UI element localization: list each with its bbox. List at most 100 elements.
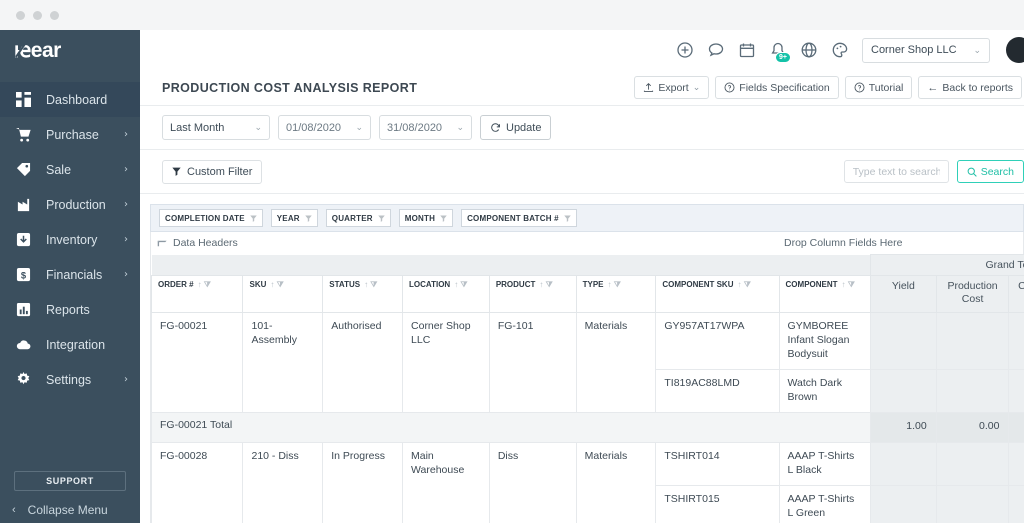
date-from-select[interactable]: 01/08/2020 ⌄ <box>278 115 371 140</box>
column-header-component-sku[interactable]: COMPONENT SKU ↑ ⧩ <box>655 274 780 314</box>
column-header-location[interactable]: LOCATION ↑ ⧩ <box>402 274 490 314</box>
filter-chip-month[interactable]: MONTH <box>398 209 454 227</box>
window-maximize-dot[interactable] <box>50 10 59 20</box>
funnel-icon[interactable] <box>250 214 257 222</box>
bell-icon[interactable]: 9+ <box>769 42 791 63</box>
search-controls: Search <box>843 160 1024 183</box>
measure-header-yield[interactable]: Yield <box>870 274 937 314</box>
cell-component-quantity: 1.00 <box>1008 485 1024 523</box>
sidebar-item-integration[interactable]: Integration <box>0 327 140 362</box>
sidebar-item-dashboard[interactable]: Dashboard <box>0 82 140 117</box>
cell-component: AAAP T-Shirts L Black <box>778 442 872 487</box>
filter-chip-year[interactable]: YEAR <box>270 209 318 227</box>
upload-icon <box>644 83 654 92</box>
chat-icon[interactable] <box>707 42 724 59</box>
search-input[interactable] <box>843 160 949 183</box>
brand-logo[interactable]: ꭡear <box>0 30 140 70</box>
sort-filter-icons[interactable]: ↑ ⧩ <box>270 280 283 289</box>
cell-component-sku: GY957AT17WPA <box>655 312 780 371</box>
column-header-type[interactable]: TYPE ↑ ⧩ <box>575 274 657 314</box>
update-button[interactable]: Update <box>480 115 552 140</box>
sort-filter-icons[interactable]: ↑ ⧩ <box>738 280 751 289</box>
filter-chip-quarter[interactable]: QUARTER <box>325 209 391 227</box>
sidebar-item-production[interactable]: Production › <box>0 187 140 222</box>
column-header-label: STATUS <box>329 280 361 289</box>
total-yield: 1.00 <box>870 412 937 444</box>
date-to-value: 31/08/2020 <box>387 121 443 134</box>
cell-component: GYMBOREE Infant Slogan Bodysuit <box>778 312 872 371</box>
globe-icon[interactable] <box>800 42 817 59</box>
sidebar-item-settings[interactable]: Settings › <box>0 362 140 397</box>
window-close-dot[interactable] <box>16 10 25 20</box>
window-titlebar <box>0 0 1024 30</box>
column-header-status[interactable]: STATUS ↑ ⧩ <box>322 274 404 314</box>
filter-chip-component-batch[interactable]: COMPONENT BATCH # <box>461 209 577 227</box>
fields-specification-button[interactable]: Fields Specification <box>715 76 839 99</box>
column-header-order[interactable]: ORDER # ↑ ⧩ <box>150 274 244 314</box>
tutorial-button[interactable]: Tutorial <box>844 76 913 99</box>
cell-component-sku: TSHIRT014 <box>655 442 780 487</box>
grid-icon <box>14 91 32 109</box>
calendar-icon[interactable] <box>738 42 755 59</box>
funnel-icon[interactable] <box>305 214 312 222</box>
collapse-menu-button[interactable]: ‹ Collapse Menu <box>0 497 140 523</box>
sidebar-item-label: Production <box>46 197 106 212</box>
cell-location: Corner Shop LLC <box>402 312 490 414</box>
sort-filter-icons[interactable]: ↑ ⧩ <box>539 280 552 289</box>
search-row: Custom Filter Search <box>140 150 1024 194</box>
sort-filter-icons[interactable]: ↑ ⧩ <box>608 280 621 289</box>
palette-icon[interactable] <box>831 42 848 59</box>
sidebar-item-reports[interactable]: Reports <box>0 292 140 327</box>
cell-component-sku: TSHIRT015 <box>655 485 780 523</box>
period-value: Last Month <box>170 121 225 134</box>
plus-circle-icon[interactable] <box>676 42 693 59</box>
data-headers-zone[interactable]: Data Headers <box>151 237 776 249</box>
drop-column-fields-zone[interactable]: Drop Column Fields Here <box>776 237 1023 249</box>
organization-name: Corner Shop LLC <box>871 44 957 56</box>
column-header-component[interactable]: COMPONENT ↑ ⧩ <box>778 274 872 314</box>
chip-label: QUARTER <box>331 213 373 223</box>
column-header-sku[interactable]: SKU ↑ ⧩ <box>242 274 324 314</box>
filter-chip-completion-date[interactable]: COMPLETION DATE <box>159 209 263 227</box>
measure-header-component-quantity[interactable]: Component Quantity <box>1008 274 1024 314</box>
sidebar-item-purchase[interactable]: Purchase › <box>0 117 140 152</box>
sidebar-item-inventory[interactable]: Inventory › <box>0 222 140 257</box>
cell-production-cost <box>935 369 1010 414</box>
pivot-container: COMPLETION DATE YEAR QUARTER MONTH COMPO… <box>140 194 1024 523</box>
period-select[interactable]: Last Month ⌄ <box>162 115 270 140</box>
search-button[interactable]: Search <box>956 160 1024 183</box>
funnel-icon[interactable] <box>440 214 447 222</box>
sort-filter-icons[interactable]: ↑ ⧩ <box>842 280 855 289</box>
column-header-product[interactable]: PRODUCT ↑ ⧩ <box>488 274 577 314</box>
topbar: 9+ Corner Shop LLC ⌄ <box>140 30 1024 70</box>
main-content: 9+ Corner Shop LLC ⌄ PRODUCTION COST ANA… <box>140 30 1024 523</box>
sort-filter-icons[interactable]: ↑ ⧩ <box>364 280 377 289</box>
custom-filter-button[interactable]: Custom Filter <box>162 159 263 184</box>
funnel-icon[interactable] <box>564 214 571 222</box>
avatar[interactable] <box>1006 37 1024 63</box>
fields-specification-label: Fields Specification <box>739 81 830 94</box>
cell-yield <box>870 312 937 371</box>
funnel-icon[interactable] <box>378 214 385 222</box>
cell-product: Diss <box>488 442 577 523</box>
funnel-icon <box>172 167 181 176</box>
gear-icon <box>14 371 32 389</box>
sort-filter-icons[interactable]: ↑ ⧩ <box>198 280 211 289</box>
svg-text:$: $ <box>20 270 26 280</box>
column-header-label: COMPONENT SKU <box>662 280 734 289</box>
back-to-reports-button[interactable]: ← Back to reports <box>918 76 1022 99</box>
measure-header-production-cost[interactable]: Production Cost <box>935 274 1010 314</box>
cloud-icon <box>14 336 32 354</box>
chevron-down-icon: ⌄ <box>355 122 363 132</box>
sidebar-item-sale[interactable]: Sale › <box>0 152 140 187</box>
cell-production-cost <box>935 485 1010 523</box>
sidebar-item-financials[interactable]: $ Financials › <box>0 257 140 292</box>
support-button[interactable]: SUPPORT <box>14 471 126 491</box>
sort-filter-icons[interactable]: ↑ ⧩ <box>454 280 467 289</box>
window-minimize-dot[interactable] <box>33 10 42 20</box>
organization-select[interactable]: Corner Shop LLC ⌄ <box>862 37 990 63</box>
notification-badge: 9+ <box>775 51 791 63</box>
chevron-down-icon: ⌄ <box>254 122 262 132</box>
export-button[interactable]: Export ⌄ <box>634 76 710 99</box>
date-to-select[interactable]: 31/08/2020 ⌄ <box>379 115 472 140</box>
